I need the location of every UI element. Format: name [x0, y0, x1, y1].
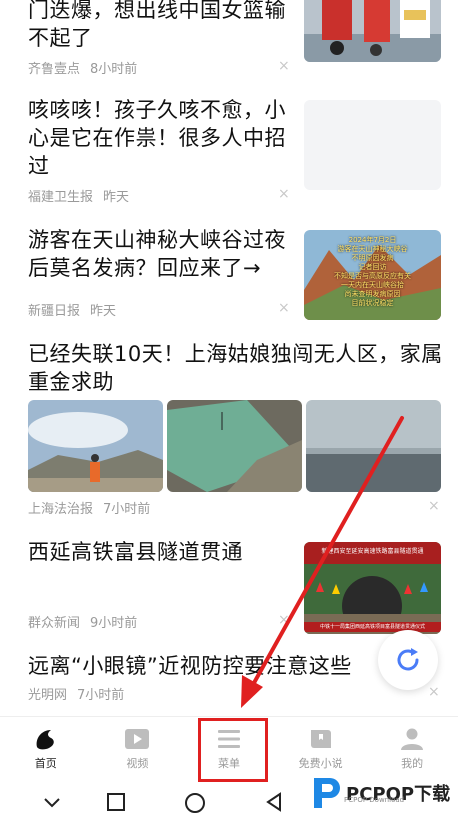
news-source: 光明网: [28, 688, 68, 703]
news-title[interactable]: 已经失联10天！上海姑娘独闯无人区，家属 重金求助: [28, 340, 443, 396]
news-source: 齐鲁壹点: [28, 62, 81, 77]
news-meta: 上海法治报 7小时前: [28, 498, 150, 517]
video-play-icon: [125, 729, 150, 749]
dismiss-icon[interactable]: ×: [278, 186, 290, 202]
news-source: 上海法治报: [28, 502, 94, 517]
news-thumbnail: 新建西安至延安高速铁路富县隧道贯通 中铁十一局集团西延高铁项目富县隧道贯通仪式: [304, 542, 441, 634]
news-meta: 福建卫生报 昨天: [28, 186, 129, 205]
news-time: 7小时前: [103, 502, 151, 517]
refresh-icon: [397, 648, 419, 671]
news-time: 9小时前: [90, 616, 138, 631]
news-meta: 齐鲁壹点 8小时前: [28, 58, 137, 77]
dismiss-icon[interactable]: ×: [278, 612, 290, 628]
news-time: 7小时前: [77, 688, 125, 703]
nav-item-novel[interactable]: 免费小说: [275, 717, 367, 783]
book-icon: [310, 730, 331, 748]
nav-item-home[interactable]: 首页: [0, 717, 92, 783]
thumbnail-caption: 新建西安至延安高速铁路富县隧道贯通: [321, 548, 424, 555]
nav-item-profile[interactable]: 我的: [366, 717, 458, 783]
news-title[interactable]: 门迭爆，想出线中国女篮输 不起了: [28, 0, 286, 52]
dismiss-icon[interactable]: ×: [278, 300, 290, 316]
news-image-row: [28, 400, 441, 492]
refresh-button[interactable]: [378, 630, 438, 690]
news-time: 昨天: [103, 190, 130, 205]
news-item[interactable]: 已经失联10天！上海姑娘独闯无人区，家属 重金求助 上海法治报 7小时前 ×: [0, 336, 458, 526]
news-title[interactable]: 咳咳咳！孩子久咳不愈，小 心是它在作祟！很多人中招 过: [28, 96, 286, 180]
news-title[interactable]: 游客在天山神秘大峡谷过夜 后莫名发病？回应来了→: [28, 226, 286, 282]
news-image: [167, 400, 302, 492]
news-item[interactable]: 游客在天山神秘大峡谷过夜 后莫名发病？回应来了→ 新疆日报 昨天 × 2024年7…: [0, 216, 458, 336]
news-image: [28, 400, 163, 492]
recent-apps-icon[interactable]: [106, 792, 126, 812]
news-meta: 群众新闻 9小时前: [28, 612, 137, 631]
watermark-sub: PCPOP Download: [344, 796, 405, 804]
back-triangle-icon[interactable]: [264, 792, 284, 812]
home-circle-icon[interactable]: [184, 792, 206, 814]
menu-highlight-box: [198, 718, 268, 782]
news-meta: 光明网 7小时前: [28, 684, 124, 703]
nav-item-video[interactable]: 视频: [92, 717, 184, 783]
news-thumbnail: [304, 100, 441, 190]
news-thumbnail: [304, 0, 441, 62]
news-item[interactable]: 西延高铁富县隧道贯通 群众新闻 9小时前 × 新建西安至延安高速铁路富县隧道贯通: [0, 526, 458, 640]
news-time: 昨天: [90, 304, 117, 319]
dismiss-icon[interactable]: ×: [278, 58, 290, 74]
news-feed[interactable]: 门迭爆，想出线中国女篮输 不起了 齐鲁壹点 8小时前 × 咳咳咳！孩子久咳不愈，小…: [0, 0, 458, 716]
user-icon: [401, 728, 424, 750]
news-image: [306, 400, 441, 492]
news-title[interactable]: 远离“小眼镜”近视防控要注意这些: [28, 652, 352, 680]
news-source: 新疆日报: [28, 304, 81, 319]
news-source: 群众新闻: [28, 616, 81, 631]
thumbnail-banner: 中铁十一局集团西延高铁项目富县隧道贯通仪式: [319, 624, 425, 630]
news-time: 8小时前: [90, 62, 138, 77]
home-logo-icon: [36, 730, 54, 750]
chevron-down-icon[interactable]: [42, 792, 62, 812]
news-item[interactable]: 咳咳咳！孩子久咳不愈，小 心是它在作祟！很多人中招 过 福建卫生报 昨天 ×: [0, 86, 458, 216]
thumbnail-caption: 2024年7月2日 游客在天山神秘大峡谷 不明原因发病 记者回访 不知是否与高原…: [334, 236, 411, 307]
brand-logo-icon: [314, 778, 340, 808]
news-thumbnail: 2024年7月2日 游客在天山神秘大峡谷 不明原因发病 记者回访 不知是否与高原…: [304, 230, 441, 320]
dismiss-icon[interactable]: ×: [428, 684, 440, 700]
dismiss-icon[interactable]: ×: [428, 498, 440, 514]
news-title[interactable]: 西延高铁富县隧道贯通: [28, 538, 243, 566]
watermark-logo: PCPOP下载 PCPOP Download: [310, 776, 450, 810]
news-item[interactable]: 门迭爆，想出线中国女篮输 不起了 齐鲁壹点 8小时前 ×: [0, 0, 458, 86]
news-source: 福建卫生报: [28, 190, 94, 205]
news-meta: 新疆日报 昨天: [28, 300, 116, 319]
